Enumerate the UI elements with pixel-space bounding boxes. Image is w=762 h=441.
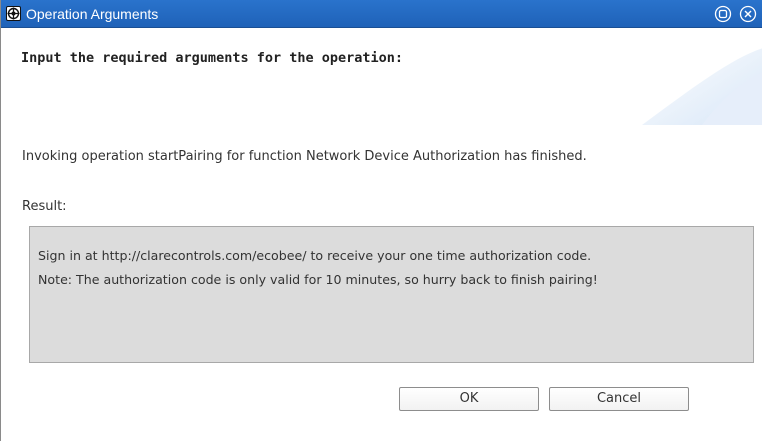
operation-arguments-dialog: Operation Arguments Input the required a…: [0, 0, 762, 441]
restore-icon[interactable]: [714, 5, 732, 23]
header-decoration: [642, 48, 762, 125]
window-title: Operation Arguments: [26, 6, 159, 22]
gear-icon: [6, 6, 21, 21]
dialog-header: Input the required arguments for the ope…: [2, 28, 762, 125]
result-line: Sign in at http://clarecontrols.com/ecob…: [38, 248, 592, 263]
cancel-button[interactable]: Cancel: [549, 387, 689, 411]
instruction-text: Input the required arguments for the ope…: [21, 50, 404, 66]
title-bar[interactable]: Operation Arguments: [1, 0, 762, 28]
status-message: Invoking operation startPairing for func…: [22, 149, 587, 164]
result-output-box[interactable]: Sign in at http://clarecontrols.com/ecob…: [29, 226, 754, 363]
result-label: Result:: [22, 199, 67, 214]
ok-button[interactable]: OK: [399, 387, 539, 411]
result-line: Note: The authorization code is only val…: [38, 272, 598, 287]
close-icon[interactable]: [739, 5, 757, 23]
